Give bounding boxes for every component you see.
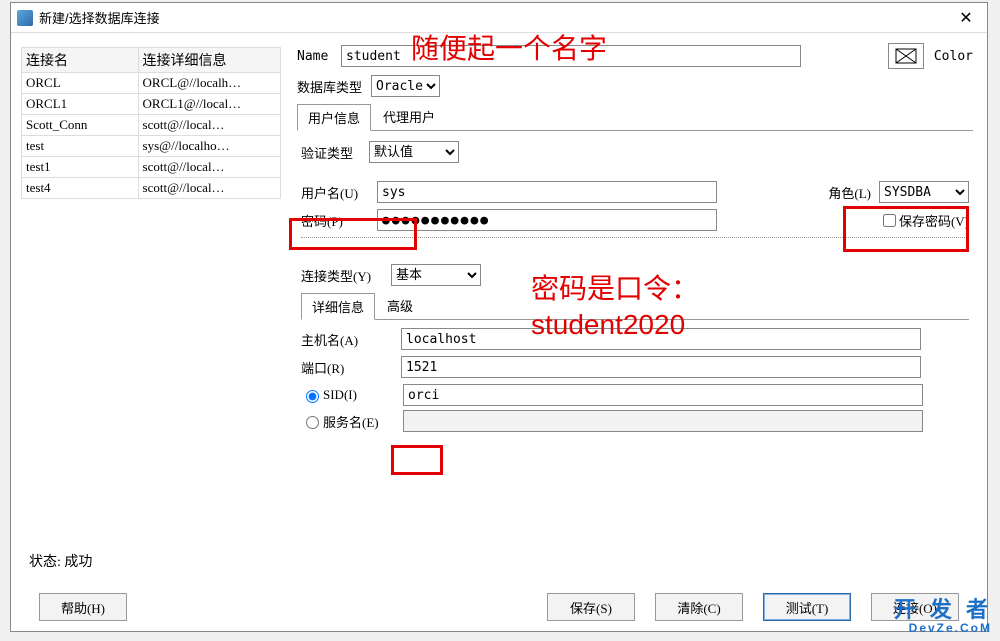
- table-row[interactable]: test1scott@//local…: [22, 157, 281, 178]
- service-input: [403, 410, 923, 432]
- color-label: Color: [934, 49, 973, 64]
- annotation-name-hint: 随便起一个名字: [411, 27, 607, 67]
- dbtype-select[interactable]: Oracle: [371, 75, 440, 97]
- sid-radio[interactable]: [306, 390, 319, 403]
- port-input[interactable]: [401, 356, 921, 378]
- auth-type-select[interactable]: 默认值: [369, 141, 459, 163]
- password-label: 密码(P): [301, 211, 377, 230]
- status-text: 状态: 成功: [29, 551, 92, 571]
- highlight-sid: [391, 445, 443, 475]
- service-radio[interactable]: [306, 416, 319, 429]
- dbtype-label: 数据库类型: [297, 77, 371, 96]
- tab-detail[interactable]: 详细信息: [301, 293, 375, 320]
- sid-input[interactable]: [403, 384, 923, 406]
- conntype-select[interactable]: 基本: [391, 264, 481, 286]
- color-button[interactable]: [888, 43, 924, 69]
- window-title: 新建/选择数据库连接: [39, 8, 951, 27]
- table-row[interactable]: test4scott@//local…: [22, 178, 281, 199]
- help-button[interactable]: 帮助(H): [39, 593, 127, 621]
- role-label: 角色(L): [828, 183, 871, 202]
- conntype-label: 连接类型(Y): [301, 266, 391, 285]
- sid-label: SID(I): [323, 387, 403, 403]
- role-select[interactable]: SYSDBA: [879, 181, 969, 203]
- service-label: 服务名(E): [323, 412, 403, 431]
- connection-table[interactable]: 连接名 连接详细信息 ORCLORCL@//localh… ORCL1ORCL1…: [21, 47, 281, 199]
- username-label: 用户名(U): [301, 183, 377, 202]
- tab-advanced[interactable]: 高级: [377, 293, 423, 320]
- table-row[interactable]: Scott_Connscott@//local…: [22, 115, 281, 136]
- watermark: 开 发 者 DevZe.CoM: [894, 598, 992, 635]
- color-swatch-icon: [895, 48, 917, 64]
- table-row[interactable]: ORCLORCL@//localh…: [22, 73, 281, 94]
- save-password-checkbox[interactable]: 保存密码(V): [879, 211, 969, 230]
- clear-button[interactable]: 清除(C): [655, 593, 743, 621]
- app-icon: [17, 10, 33, 26]
- close-icon[interactable]: ✕: [951, 8, 981, 28]
- name-label: Name: [297, 49, 341, 64]
- table-row[interactable]: ORCL1ORCL1@//local…: [22, 94, 281, 115]
- test-button[interactable]: 测试(T): [763, 593, 851, 621]
- save-button[interactable]: 保存(S): [547, 593, 635, 621]
- table-row[interactable]: testsys@//localho…: [22, 136, 281, 157]
- col-conn-name[interactable]: 连接名: [22, 48, 139, 73]
- annotation-password-hint: 密码是口令： student2020: [531, 271, 699, 344]
- auth-type-label: 验证类型: [301, 143, 369, 162]
- password-input[interactable]: [377, 209, 717, 231]
- username-input[interactable]: [377, 181, 717, 203]
- port-label: 端口(R): [301, 358, 401, 377]
- tab-user-info[interactable]: 用户信息: [297, 104, 371, 131]
- tab-proxy-user[interactable]: 代理用户: [373, 104, 445, 131]
- host-label: 主机名(A): [301, 330, 401, 349]
- col-conn-detail[interactable]: 连接详细信息: [138, 48, 280, 73]
